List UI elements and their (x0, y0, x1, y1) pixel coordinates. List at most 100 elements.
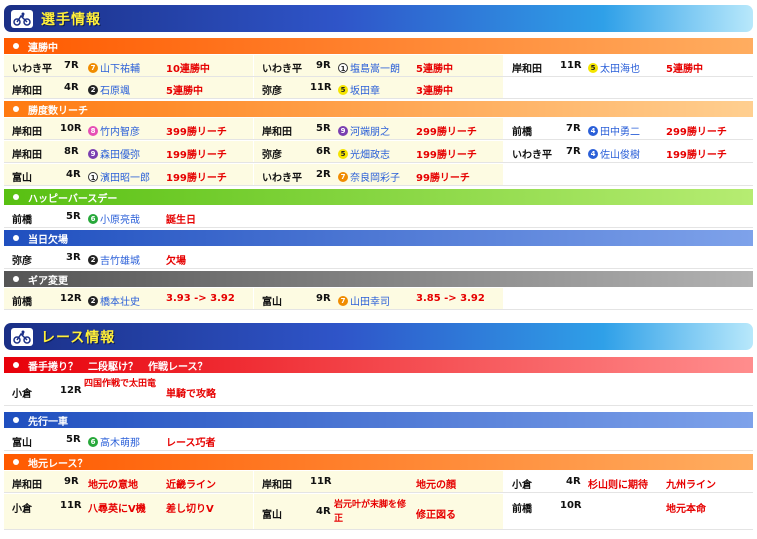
reach-entry[interactable]: 前橋 7R 4 田中勇二 299勝リーチ (504, 118, 753, 139)
player-number-badge: 7 (88, 62, 98, 73)
race-number: 4R (566, 476, 581, 487)
note-text: 3.93 -> 3.92 (166, 293, 235, 304)
player-link[interactable]: 4 田中勇二 (588, 123, 640, 138)
player-number-badge: 8 (88, 125, 98, 136)
birthday-entry[interactable]: 前橋 5R 6 小原亮哉 誕生日 (4, 206, 253, 227)
section-banner-race: レース情報 (4, 323, 753, 350)
category-absent: 当日欠場 (4, 230, 753, 246)
player-link[interactable]: 8 竹内智彦 (88, 123, 140, 138)
venue-label: 岸和田 (12, 480, 42, 491)
player-link[interactable]: 2 吉竹雄城 (88, 252, 140, 267)
gear-entry[interactable]: 前橋 12R 2 橋本壮史 3.93 -> 3.92 (4, 288, 253, 309)
reach-entry[interactable]: 富山 4R 1 濱田昭一郎 199勝リーチ (4, 164, 253, 185)
reach-entry[interactable]: 弥彦 6R 5 光畑政志 199勝リーチ (254, 141, 503, 162)
player-number-badge: 6 (88, 213, 98, 224)
player-name: 橋本壮史 (100, 297, 140, 308)
player-number-badge: 4 (588, 148, 598, 159)
venue-label: いわき平 (512, 150, 552, 161)
player-number-badge: 1 (88, 171, 98, 182)
player-link[interactable]: 6 小原亮哉 (88, 211, 140, 226)
player-link[interactable]: 1 濱田昭一郎 (88, 169, 150, 184)
player-link[interactable]: 5 太田海也 (588, 60, 640, 75)
venue-label: 前橋 (512, 127, 532, 138)
venue-label: 岸和田 (12, 127, 42, 138)
table-row: 小倉 11R 八尋英にV機 差し切りV 富山 4R 岩元叶が末脚を修正 修正図る 前… (4, 494, 753, 530)
gear-entry[interactable]: 富山 9R 7 山田幸司 3.85 -> 3.92 (254, 288, 503, 309)
player-link[interactable]: 2 石原颯 (88, 82, 130, 97)
streak-entry[interactable]: いわき平 9R 1 塩島嵩一朗 5連勝中 (254, 55, 503, 76)
player-number-badge: 5 (338, 84, 348, 95)
local-entry[interactable]: 岸和田 9R 地元の意地 近畿ライン (4, 471, 253, 492)
table-row: いわき平 7R 7 山下祐輔 10連勝中 いわき平 9R 1 塩島嵩一朗 5連勝中 岸和… (4, 55, 753, 77)
note-text: 99勝リーチ (416, 173, 470, 184)
note-text: 399勝リーチ (166, 127, 227, 138)
player-link[interactable]: 7 山下祐輔 (88, 60, 140, 75)
player-link[interactable]: 7 山田幸司 (338, 293, 390, 308)
race-number: 10R (560, 500, 582, 511)
venue-label: 前橋 (512, 504, 532, 515)
lead-entry[interactable]: 富山 5R 6 高木萌那 レース巧者 (4, 429, 253, 450)
race-number: 4R (64, 82, 79, 93)
venue-label: 前橋 (12, 297, 32, 308)
reach-entry[interactable]: 岸和田 8R 9 森田優弥 199勝リーチ (4, 141, 253, 162)
player-link[interactable]: 1 塩島嵩一朗 (338, 60, 400, 75)
player-link[interactable]: 6 高木萌那 (88, 434, 140, 449)
race-number: 12R (60, 385, 82, 396)
race-number: 7R (566, 146, 581, 157)
player-link[interactable]: 4 佐山俊樹 (588, 146, 640, 161)
reach-entry[interactable]: いわき平 2R 7 奈良岡彩子 99勝リーチ (254, 164, 503, 185)
player-number-badge: 7 (338, 171, 348, 182)
question-entry[interactable]: 小倉 12R 四国作戦で太田竜 単騎で攻略 (4, 374, 253, 405)
category-reach: 勝度数リーチ (4, 101, 753, 117)
note-text: 3.85 -> 3.92 (416, 293, 485, 304)
venue-label: 富山 (12, 173, 32, 184)
player-link[interactable]: 5 光畑政志 (338, 146, 390, 161)
player-link[interactable]: 5 坂田章 (338, 82, 380, 97)
reach-entry[interactable]: 岸和田 10R 8 竹内智彦 399勝リーチ (4, 118, 253, 139)
race-number: 10R (60, 123, 82, 134)
section-title: レース情報 (41, 329, 116, 346)
venue-label: 岸和田 (262, 480, 292, 491)
note-text: 差し切りV (166, 504, 214, 515)
race-number: 12R (60, 293, 82, 304)
local-entry[interactable]: 小倉 11R 八尋英にV機 差し切りV (4, 494, 253, 529)
note-text: 近畿ライン (166, 480, 216, 491)
player-link[interactable]: 2 橋本壮史 (88, 293, 140, 308)
local-entry[interactable]: 前橋 10R 地元本命 (504, 494, 753, 529)
race-number: 11R (60, 500, 82, 511)
table-row: 小倉 12R 四国作戦で太田竜 単騎で攻略 (4, 374, 753, 406)
streak-entry[interactable]: 岸和田 4R 2 石原颯 5連勝中 (4, 77, 253, 98)
venue-label: 岸和田 (12, 86, 42, 97)
venue-label: 岸和田 (12, 150, 42, 161)
absent-entry[interactable]: 弥彦 3R 2 吉竹雄城 欠場 (4, 247, 253, 268)
streak-entry[interactable]: 弥彦 11R 5 坂田章 3連勝中 (254, 77, 503, 98)
reach-entry[interactable]: 岸和田 5R 9 河端朋之 299勝リーチ (254, 118, 503, 139)
local-entry[interactable]: 小倉 4R 杉山则に期待 九州ライン (504, 471, 753, 492)
player-link[interactable]: 7 奈良岡彩子 (338, 169, 400, 184)
section-title: 選手情報 (41, 11, 101, 28)
bullet-icon (13, 459, 19, 465)
table-row: 岸和田 10R 8 竹内智彦 399勝リーチ 岸和田 5R 9 河端朋之 299勝リーチ… (4, 118, 753, 140)
venue-label: 前橋 (12, 215, 32, 226)
bullet-icon (13, 194, 19, 200)
reach-entry[interactable]: いわき平 7R 4 佐山俊樹 199勝リーチ (504, 141, 753, 162)
venue-label: 小倉 (512, 480, 532, 491)
player-name: 塩島嵩一朗 (350, 64, 400, 75)
note-text: 199勝リーチ (166, 150, 227, 161)
streak-entry[interactable]: いわき平 7R 7 山下祐輔 10連勝中 (4, 55, 253, 76)
race-desc: 地元の意地 (88, 480, 138, 491)
table-row: 岸和田 9R 地元の意地 近畿ライン 岸和田 11R 地元の顔 小倉 4R 杉山则に期… (4, 471, 753, 493)
venue-label: いわき平 (262, 64, 302, 75)
player-link[interactable]: 9 河端朋之 (338, 123, 390, 138)
player-number-badge: 9 (338, 125, 348, 136)
bullet-icon (13, 417, 19, 423)
local-entry[interactable]: 岸和田 11R 地元の顔 (254, 471, 503, 492)
venue-label: 小倉 (12, 389, 32, 400)
player-number-badge: 5 (588, 62, 598, 73)
player-link[interactable]: 9 森田優弥 (88, 146, 140, 161)
note-text: 5連勝中 (666, 64, 703, 75)
local-entry[interactable]: 富山 4R 岩元叶が末脚を修正 修正図る (254, 494, 503, 529)
bicycle-icon (11, 9, 33, 28)
player-name: 光畑政志 (350, 150, 390, 161)
streak-entry[interactable]: 岸和田 11R 5 太田海也 5連勝中 (504, 55, 753, 76)
